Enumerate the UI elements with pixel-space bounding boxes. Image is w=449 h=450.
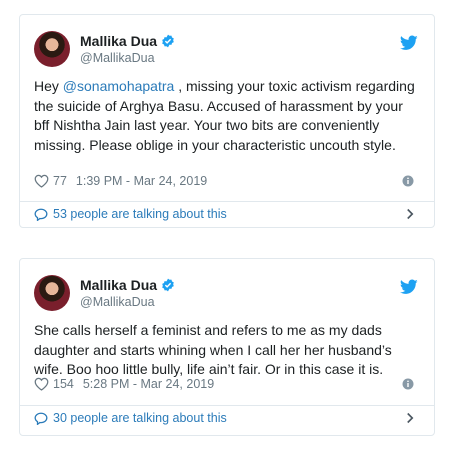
name-row: Mallika Dua [80, 33, 175, 49]
handle[interactable]: @MallikaDua [80, 295, 155, 309]
avatar[interactable] [34, 31, 70, 67]
tweet-header: Mallika Dua @MallikaDua [34, 31, 420, 67]
meta-row: 77 1:39 PM - Mar 24, 2019 [34, 172, 420, 190]
talking-label: 30 people are talking about this [53, 411, 227, 425]
tweet-text: Hey @sonamohapatra , missing your toxic … [34, 77, 422, 155]
talking-link[interactable]: 53 people are talking about this [34, 205, 420, 223]
like-count: 154 [53, 377, 74, 391]
tweet-header: Mallika Dua @MallikaDua [34, 275, 420, 311]
timestamp-link[interactable]: 1:39 PM - Mar 24, 2019 [76, 174, 207, 188]
info-icon[interactable] [402, 175, 414, 187]
heart-icon[interactable] [34, 377, 49, 391]
display-name[interactable]: Mallika Dua [80, 33, 157, 49]
verified-icon [162, 34, 174, 48]
tweet-card[interactable]: Mallika Dua @MallikaDua Hey @sonamohapat… [19, 14, 435, 228]
twitter-bird-icon[interactable] [400, 279, 418, 295]
heart-icon[interactable] [34, 174, 49, 188]
info-icon[interactable] [402, 378, 414, 390]
talking-link[interactable]: 30 people are talking about this [34, 409, 420, 427]
talking-label: 53 people are talking about this [53, 207, 227, 221]
verified-icon [162, 278, 174, 292]
display-name[interactable]: Mallika Dua [80, 277, 157, 293]
timestamp-link[interactable]: 5:28 PM - Mar 24, 2019 [83, 377, 214, 391]
divider [20, 201, 434, 202]
divider [20, 405, 434, 406]
tweet-text-prefix: Hey [34, 78, 63, 94]
tweet-text: She calls herself a feminist and refers … [34, 321, 422, 380]
mention-link[interactable]: @sonamohapatra [63, 78, 175, 94]
tweet-text-prefix: She calls herself a feminist and refers … [34, 322, 392, 377]
twitter-bird-icon[interactable] [400, 35, 418, 51]
chevron-right-icon [407, 208, 414, 220]
handle[interactable]: @MallikaDua [80, 51, 155, 65]
tweet-card[interactable]: Mallika Dua @MallikaDua She calls hersel… [19, 258, 435, 436]
chevron-right-icon [407, 412, 414, 424]
meta-row: 154 5:28 PM - Mar 24, 2019 [34, 375, 420, 393]
like-count: 77 [53, 174, 67, 188]
speech-bubble-icon [34, 412, 48, 425]
name-row: Mallika Dua [80, 277, 175, 293]
avatar[interactable] [34, 275, 70, 311]
speech-bubble-icon [34, 208, 48, 221]
